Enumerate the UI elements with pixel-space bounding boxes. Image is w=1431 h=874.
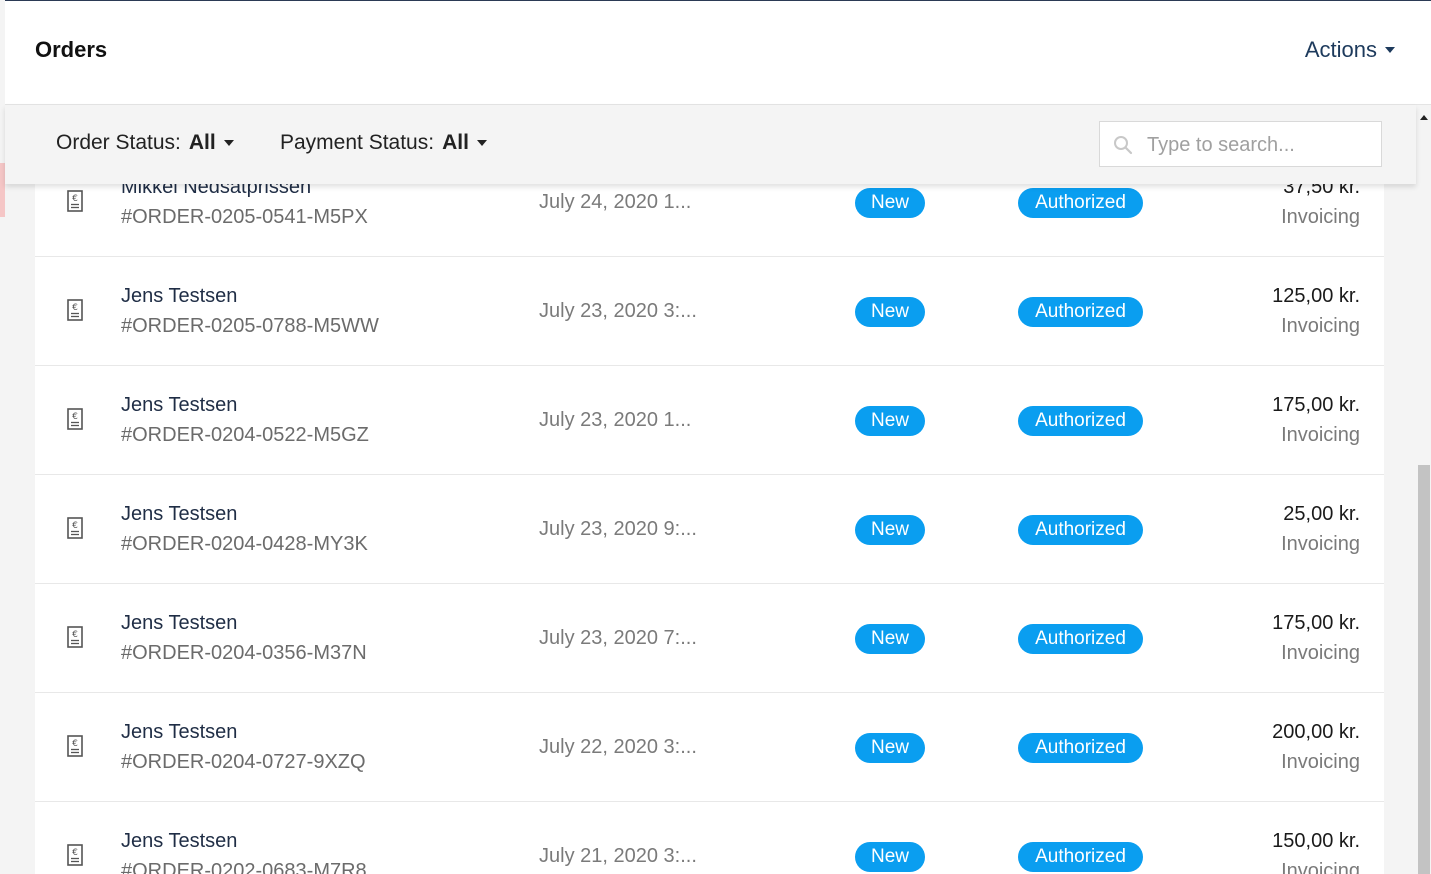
order-status-filter[interactable]: Order Status: All — [56, 131, 234, 155]
page-title: Orders — [35, 37, 108, 62]
scrollbar-thumb[interactable] — [1418, 465, 1430, 874]
order-status-badge: New — [855, 188, 925, 218]
payment-status-badge: Authorized — [1018, 188, 1143, 218]
order-number: #ORDER-0205-0541-M5PX — [121, 206, 368, 228]
customer-name: Jens Testsen — [121, 503, 238, 525]
search-box[interactable] — [1099, 121, 1382, 168]
order-amount: 175,00 kr. — [1272, 612, 1360, 634]
order-status-badge: New — [855, 842, 925, 872]
search-icon — [1114, 136, 1133, 155]
filter-bar: Order Status: All Payment Status: All — [5, 105, 1416, 184]
order-status-badge: New — [855, 624, 925, 654]
payment-method: Invoicing — [1281, 751, 1360, 773]
payment-status-badge: Authorized — [1018, 842, 1143, 872]
order-number: #ORDER-0204-0727-9XZQ — [121, 751, 366, 773]
order-row[interactable]: € Jens Testsen #ORDER-0205-0788-M5WW July 2… — [35, 257, 1384, 366]
order-date: July 23, 2020 9:... — [539, 518, 697, 540]
payment-status-value: All — [442, 131, 469, 154]
order-number: #ORDER-0204-0522-M5GZ — [121, 424, 369, 446]
payment-status-label: Payment Status: — [280, 131, 435, 154]
order-status-badge: New — [855, 297, 925, 327]
svg-text:€: € — [72, 630, 78, 640]
order-number: #ORDER-0205-0788-M5WW — [121, 315, 379, 337]
caret-down-icon — [223, 140, 234, 146]
payment-status-badge: Authorized — [1018, 515, 1143, 545]
payment-method: Invoicing — [1281, 424, 1360, 446]
order-status-label: Order Status: — [56, 131, 181, 154]
svg-text:€: € — [72, 412, 78, 422]
order-date: July 23, 2020 3:... — [539, 300, 697, 322]
order-row[interactable]: € Jens Testsen #ORDER-0204-0522-M5GZ July 2… — [35, 366, 1384, 475]
invoice-icon: € — [67, 299, 83, 321]
caret-down-icon — [1385, 47, 1395, 53]
customer-name: Jens Testsen — [121, 285, 238, 307]
svg-text:€: € — [72, 848, 78, 858]
payment-status-badge: Authorized — [1018, 297, 1143, 327]
customer-name: Jens Testsen — [121, 612, 238, 634]
order-number: #ORDER-0202-0683-M7R8 — [121, 860, 367, 874]
search-input[interactable] — [1145, 122, 1379, 168]
svg-text:€: € — [72, 521, 78, 531]
order-status-badge: New — [855, 733, 925, 763]
order-amount: 200,00 kr. — [1272, 721, 1360, 743]
payment-status-filter[interactable]: Payment Status: All — [280, 131, 487, 155]
actions-dropdown[interactable]: Actions — [1305, 37, 1395, 63]
scrollbar[interactable] — [1416, 105, 1431, 874]
payment-method: Invoicing — [1281, 533, 1360, 555]
payment-status-badge: Authorized — [1018, 733, 1143, 763]
order-row[interactable]: € Jens Testsen #ORDER-0204-0428-MY3K July 2… — [35, 475, 1384, 584]
caret-down-icon — [476, 140, 487, 146]
order-status-value: All — [188, 131, 216, 154]
payment-method: Invoicing — [1281, 315, 1360, 337]
payment-method: Invoicing — [1281, 642, 1360, 664]
svg-text:€: € — [72, 303, 78, 313]
actions-label: Actions — [1304, 37, 1377, 62]
order-date: July 23, 2020 1... — [539, 409, 692, 431]
order-number: #ORDER-0204-0356-M37N — [121, 642, 367, 664]
order-row[interactable]: € Jens Testsen #ORDER-0202-0683-M7R8 July 2… — [35, 802, 1384, 874]
svg-text:€: € — [72, 739, 78, 749]
svg-text:€: € — [72, 194, 78, 204]
order-row[interactable]: € Jens Testsen #ORDER-0204-0727-9XZQ July 2… — [35, 693, 1384, 802]
order-date: July 23, 2020 7:... — [539, 627, 697, 649]
invoice-icon: € — [67, 190, 83, 212]
invoice-icon: € — [67, 408, 83, 430]
order-row[interactable]: € Jens Testsen #ORDER-0204-0356-M37N July 2… — [35, 584, 1384, 693]
order-status-badge: New — [855, 515, 925, 545]
page-header: Orders Actions — [5, 1, 1431, 105]
invoice-icon: € — [67, 735, 83, 757]
customer-name: Jens Testsen — [121, 394, 238, 416]
scroll-up-arrow-icon[interactable] — [1420, 115, 1428, 120]
payment-status-badge: Authorized — [1018, 624, 1143, 654]
order-date: July 22, 2020 3:... — [539, 736, 697, 758]
invoice-icon: € — [67, 844, 83, 866]
order-date: July 21, 2020 3:... — [539, 845, 697, 867]
order-amount: 175,00 kr. — [1272, 394, 1360, 416]
invoice-icon: € — [67, 517, 83, 539]
orders-list[interactable]: € Mikkel Nedsatprissen #ORDER-0205-0541-M5… — [5, 105, 1416, 874]
invoice-icon: € — [67, 626, 83, 648]
order-date: July 24, 2020 1... — [539, 191, 692, 213]
order-status-badge: New — [855, 406, 925, 436]
customer-name: Jens Testsen — [121, 721, 238, 743]
payment-method: Invoicing — [1281, 860, 1360, 874]
order-amount: 150,00 kr. — [1272, 830, 1360, 852]
customer-name: Jens Testsen — [121, 830, 238, 852]
order-amount: 125,00 kr. — [1272, 285, 1360, 307]
order-amount: 25,00 kr. — [1283, 503, 1360, 525]
payment-method: Invoicing — [1281, 206, 1360, 228]
order-number: #ORDER-0204-0428-MY3K — [121, 533, 368, 555]
orders-rows: € Mikkel Nedsatprissen #ORDER-0205-0541-M5… — [35, 148, 1384, 874]
payment-status-badge: Authorized — [1018, 406, 1143, 436]
